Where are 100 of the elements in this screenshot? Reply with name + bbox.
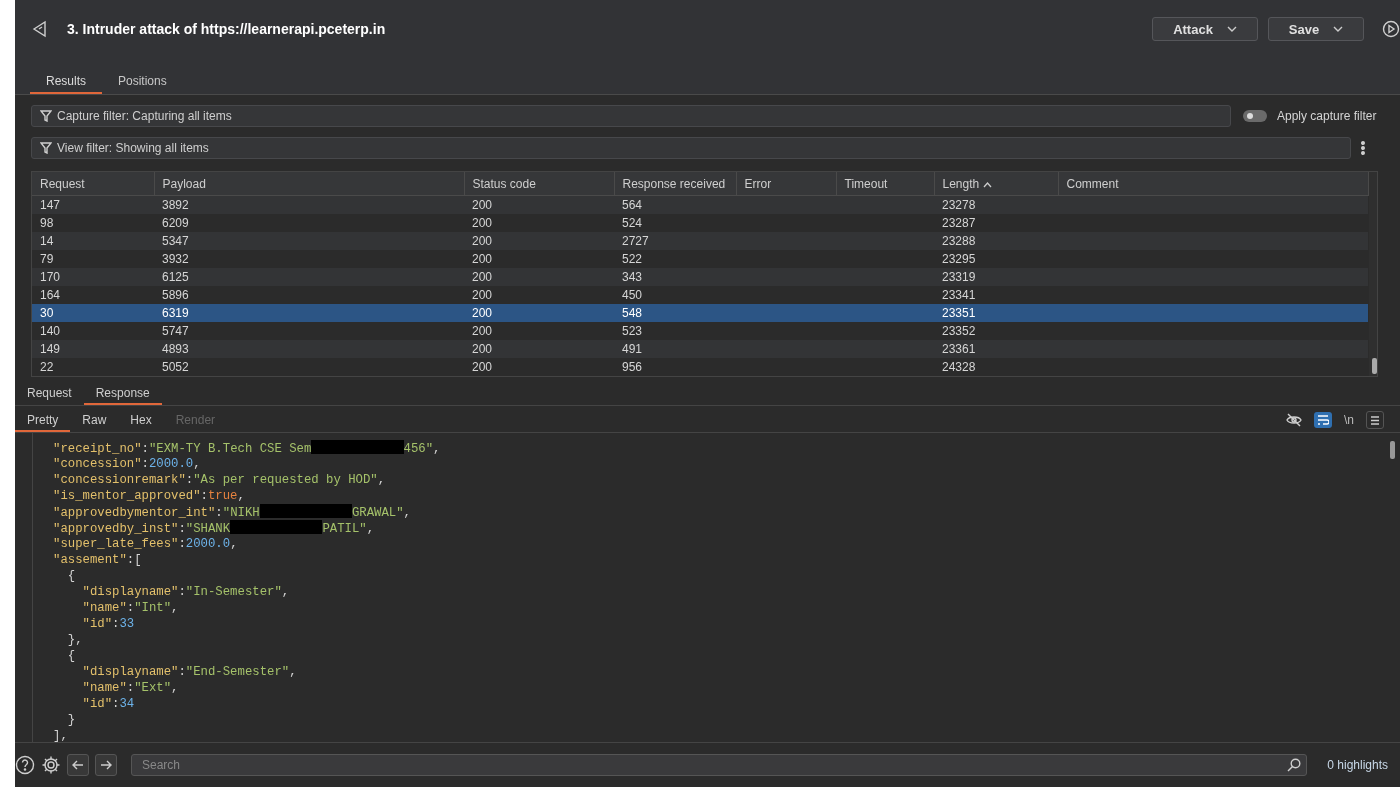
code-line: "displayname":"End-Semester", <box>81 664 298 680</box>
table-cell: 5052 <box>162 360 189 374</box>
code-line: "displayname":"In-Semester", <box>81 584 291 600</box>
table-cell: 200 <box>472 324 493 338</box>
table-cell: 200 <box>472 342 493 356</box>
highlights-count: 0 highlights <box>1327 758 1388 772</box>
table-cell: 22 <box>40 360 54 374</box>
dropdown-button[interactable]: Attack <box>1152 17 1258 41</box>
scrollbar[interactable] <box>1368 172 1377 376</box>
back-icon[interactable] <box>31 20 49 38</box>
table-cell: 200 <box>472 270 493 284</box>
table-row[interactable]: 140 5747 200 523 23352 <box>32 322 1368 340</box>
table-cell: 140 <box>40 324 61 338</box>
table-cell: 491 <box>622 342 643 356</box>
table-cell: 24328 <box>942 360 976 374</box>
table-cell: 5747 <box>162 324 189 338</box>
table-cell: 3892 <box>162 198 189 212</box>
more-icon[interactable] <box>1361 141 1365 155</box>
column-header[interactable]: Payload <box>154 172 464 196</box>
table-row[interactable]: 14 5347 200 2727 23288 <box>32 232 1368 250</box>
table-cell: 5896 <box>162 288 189 302</box>
code-line: "name":"Ext", <box>81 680 180 696</box>
table-cell: 450 <box>622 288 643 302</box>
filter-icon <box>40 142 52 154</box>
table-cell: 147 <box>40 198 61 212</box>
table-cell: 200 <box>472 198 493 212</box>
tab[interactable]: Positions <box>102 74 183 94</box>
column-header[interactable]: Error <box>736 172 836 196</box>
table-row[interactable]: 30 6319 200 548 23351 <box>32 304 1368 322</box>
table-cell: 23288 <box>942 234 976 248</box>
table-cell: 30 <box>40 306 54 320</box>
code-line: "name":"Int", <box>81 600 180 616</box>
table-cell: 200 <box>472 360 493 374</box>
code-line: "approvedbymentor_int":"NIKH GRAWAL", <box>53 504 412 520</box>
filter-label: Capture filter: Capturing all items <box>57 109 232 123</box>
code-line: "concession":2000.0, <box>53 456 202 472</box>
settings-icon[interactable] <box>41 755 61 775</box>
column-header[interactable]: Timeout <box>836 172 934 196</box>
tab[interactable]: Response <box>83 386 162 405</box>
table-row[interactable]: 164 5896 200 450 23341 <box>32 286 1368 304</box>
table-cell: 23287 <box>942 216 976 230</box>
table-cell: 23295 <box>942 252 976 266</box>
table-cell: 522 <box>622 252 643 266</box>
table-row[interactable]: 170 6125 200 343 23319 <box>32 268 1368 286</box>
forward-button[interactable] <box>95 754 117 776</box>
code-line: "assement":[ <box>53 552 143 568</box>
table-row[interactable]: 98 6209 200 524 23287 <box>32 214 1368 232</box>
menu-button[interactable] <box>1366 411 1384 429</box>
code-line: "is_mentor_approved":true, <box>53 488 246 504</box>
play-icon[interactable] <box>1382 20 1400 38</box>
tab[interactable]: Request <box>15 386 84 405</box>
eye-slash-icon[interactable] <box>1286 413 1302 427</box>
toggle-switch[interactable] <box>1243 110 1267 122</box>
code-line: "receipt_no":"EXM-TY B.Tech CSE Sem 456", <box>53 440 442 456</box>
word-wrap-button[interactable] <box>1314 412 1332 428</box>
table-cell: 23351 <box>942 306 976 320</box>
table-cell: 14 <box>40 234 54 248</box>
help-icon[interactable] <box>15 755 35 775</box>
code-line: }, <box>66 632 84 648</box>
newline-toggle[interactable]: \n <box>1344 413 1354 427</box>
arrow-right-icon <box>100 760 112 770</box>
table-cell: 523 <box>622 324 643 338</box>
tab[interactable]: Raw <box>70 413 119 432</box>
table-cell: 6209 <box>162 216 189 230</box>
column-header[interactable]: Length <box>934 172 1058 196</box>
table-cell: 149 <box>40 342 61 356</box>
search-field[interactable]: Search <box>131 754 1308 776</box>
table-cell: 343 <box>622 270 643 284</box>
tab[interactable]: Hex <box>118 413 164 432</box>
column-header[interactable]: Comment <box>1058 172 1368 196</box>
table-cell: 200 <box>472 288 493 302</box>
table-row[interactable]: 149 4893 200 491 23361 <box>32 340 1368 358</box>
window-title: 3. Intruder attack of https://learnerapi.pceterp.in <box>67 21 387 37</box>
back-button[interactable] <box>67 754 89 776</box>
table-cell: 4893 <box>162 342 189 356</box>
tab[interactable]: Results <box>30 74 102 94</box>
table-cell: 23352 <box>942 324 976 338</box>
table-cell: 548 <box>622 306 643 320</box>
code-line: ], <box>53 728 69 742</box>
table-cell: 164 <box>40 288 61 302</box>
table-cell: 6125 <box>162 270 189 284</box>
table-row[interactable]: 79 3932 200 522 23295 <box>32 250 1368 268</box>
table-cell: 23319 <box>942 270 976 284</box>
table-cell: 200 <box>472 216 493 230</box>
capture-filter-bar[interactable]: Capture filter: Capturing all items <box>31 105 1231 127</box>
table-cell: 23278 <box>942 198 976 212</box>
dropdown-button[interactable]: Save <box>1268 17 1364 41</box>
arrow-left-icon <box>72 760 84 770</box>
toggle-label: Apply capture filter <box>1277 109 1377 123</box>
table-row[interactable]: 22 5052 200 956 24328 <box>32 358 1368 376</box>
view-filter-bar[interactable]: View filter: Showing all items <box>31 137 1351 159</box>
code-line: } <box>66 712 77 728</box>
table-cell: 956 <box>622 360 643 374</box>
code-line: "id":34 <box>81 696 136 712</box>
column-header[interactable]: Request <box>32 172 154 196</box>
code-line: "super_late_fees":2000.0, <box>53 536 239 552</box>
table-row[interactable]: 147 3892 200 564 23278 <box>32 195 1368 214</box>
column-header[interactable]: Status code <box>464 172 614 196</box>
tab[interactable]: Pretty <box>15 413 71 432</box>
column-header[interactable]: Response received <box>614 172 736 196</box>
